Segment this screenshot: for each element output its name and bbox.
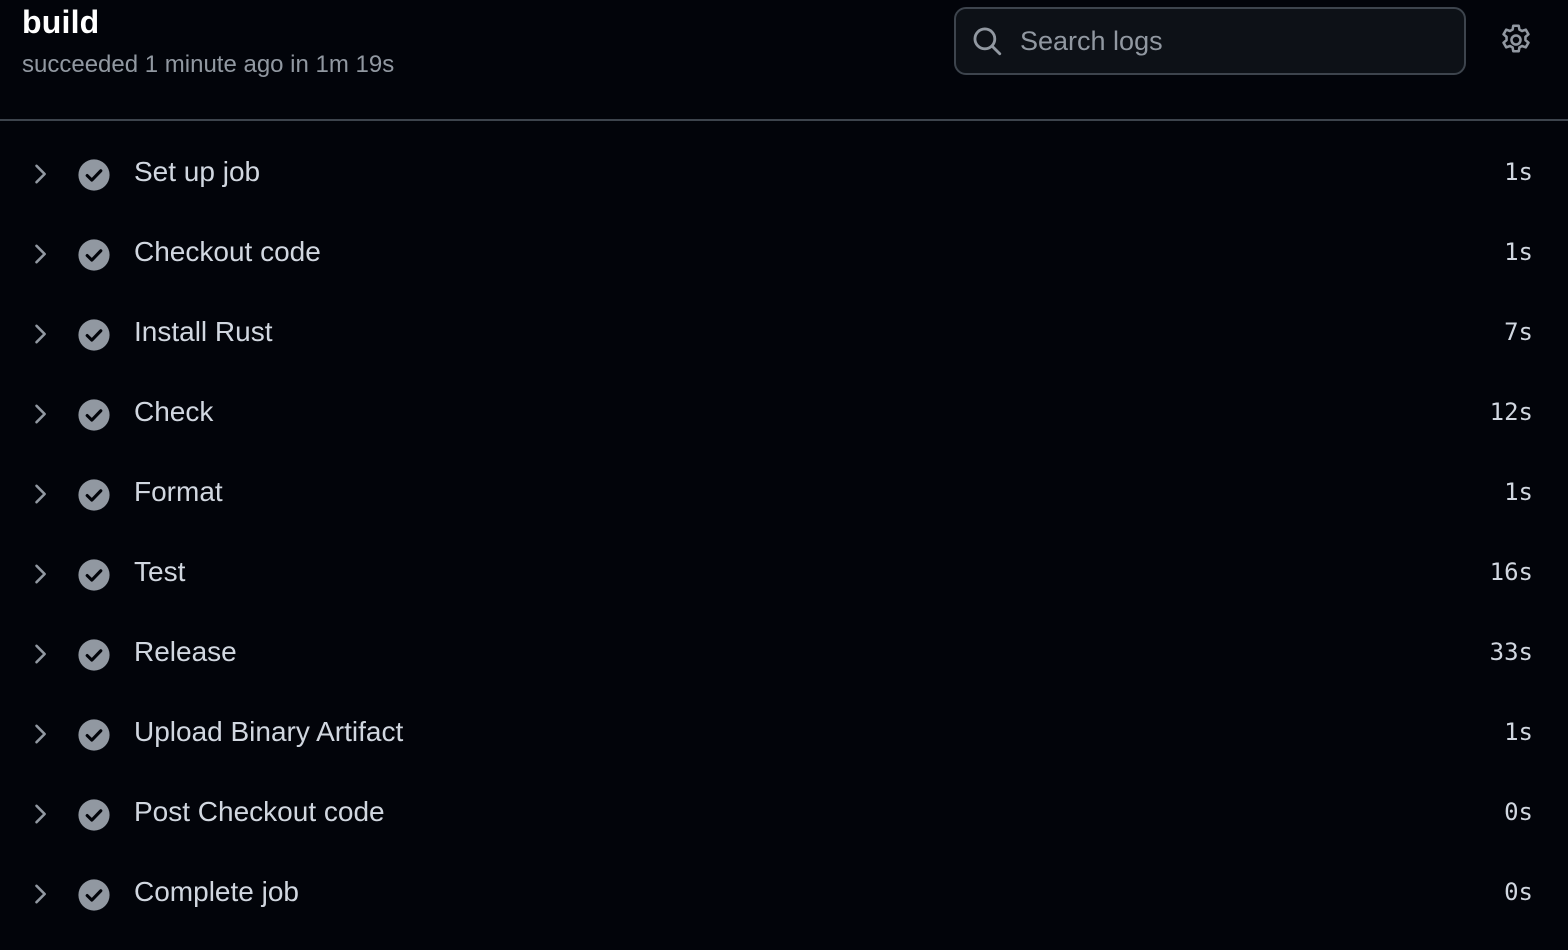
step-name: Complete job	[134, 876, 299, 907]
step-name: Install Rust	[134, 316, 273, 347]
step-name: Check	[134, 396, 214, 427]
check-circle-icon	[78, 559, 110, 591]
step-duration: 16s	[1489, 558, 1533, 586]
step-duration: 0s	[1504, 878, 1533, 906]
step-duration: 0s	[1504, 798, 1533, 826]
check-circle-icon	[78, 639, 110, 671]
chevron-right-icon[interactable]	[26, 720, 54, 748]
step-row[interactable]: Checkout code 1s	[0, 214, 1568, 294]
step-row[interactable]: Complete job 0s	[0, 854, 1568, 934]
step-name: Format	[134, 476, 223, 507]
step-row[interactable]: Set up job 1s	[0, 134, 1568, 214]
chevron-right-icon[interactable]	[26, 320, 54, 348]
step-duration: 1s	[1504, 478, 1533, 506]
gear-icon	[1502, 24, 1530, 53]
step-row[interactable]: Post Checkout code 0s	[0, 774, 1568, 854]
chevron-right-icon[interactable]	[26, 480, 54, 508]
step-duration: 1s	[1504, 158, 1533, 186]
job-steps-list: Set up job 1s Checkout code 1s Install R…	[0, 134, 1568, 934]
chevron-right-icon[interactable]	[26, 640, 54, 668]
check-circle-icon	[78, 159, 110, 191]
step-row[interactable]: Test 16s	[0, 534, 1568, 614]
chevron-right-icon[interactable]	[26, 560, 54, 588]
chevron-right-icon[interactable]	[26, 400, 54, 428]
search-logs-input[interactable]	[1020, 19, 1452, 63]
check-circle-icon	[78, 479, 110, 511]
step-name: Post Checkout code	[134, 796, 385, 827]
search-logs-box[interactable]	[954, 7, 1466, 75]
step-name: Set up job	[134, 156, 261, 187]
check-circle-icon	[78, 719, 110, 751]
chevron-right-icon[interactable]	[26, 160, 54, 188]
check-circle-icon	[78, 879, 110, 911]
check-circle-icon	[78, 799, 110, 831]
check-circle-icon	[78, 319, 110, 351]
search-icon	[973, 27, 1002, 56]
step-name: Checkout code	[134, 236, 321, 267]
check-circle-icon	[78, 399, 110, 431]
job-status-summary: succeeded 1 minute ago in 1m 19s	[22, 51, 395, 78]
step-name: Upload Binary Artifact	[134, 716, 404, 747]
step-row[interactable]: Release 33s	[0, 614, 1568, 694]
job-title: build	[22, 4, 100, 40]
settings-button[interactable]	[1494, 18, 1538, 62]
step-name: Release	[134, 636, 237, 667]
step-row[interactable]: Check 12s	[0, 374, 1568, 454]
step-row[interactable]: Install Rust 7s	[0, 294, 1568, 374]
step-duration: 7s	[1504, 318, 1533, 346]
chevron-right-icon[interactable]	[26, 880, 54, 908]
step-row[interactable]: Upload Binary Artifact 1s	[0, 694, 1568, 774]
step-row[interactable]: Format 1s	[0, 454, 1568, 534]
check-circle-icon	[78, 239, 110, 271]
job-header: build succeeded 1 minute ago in 1m 19s	[0, 0, 1568, 121]
step-duration: 1s	[1504, 718, 1533, 746]
step-duration: 33s	[1489, 638, 1533, 666]
chevron-right-icon[interactable]	[26, 800, 54, 828]
chevron-right-icon[interactable]	[26, 240, 54, 268]
step-duration: 12s	[1489, 398, 1533, 426]
step-name: Test	[134, 556, 186, 587]
step-duration: 1s	[1504, 238, 1533, 266]
job-logs-page: build succeeded 1 minute ago in 1m 19s S…	[0, 0, 1568, 950]
